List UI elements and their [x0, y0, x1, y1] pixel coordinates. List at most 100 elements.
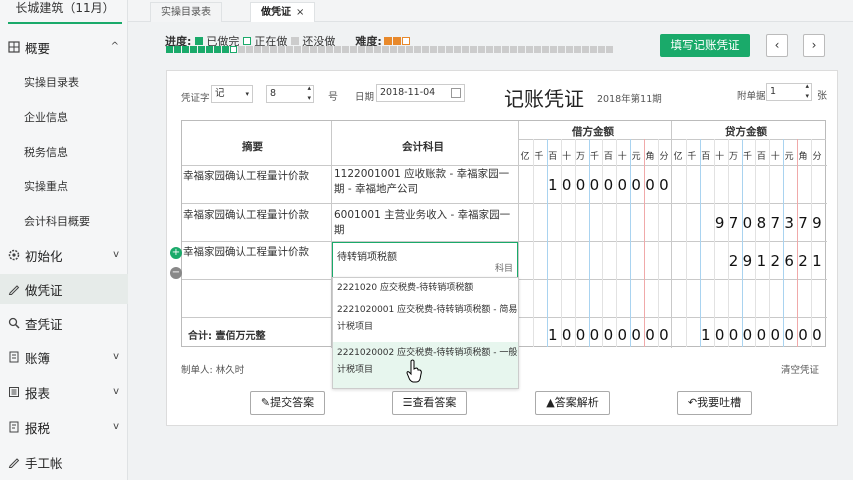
nav-manual-book[interactable]: 手工帐	[0, 447, 128, 477]
button-label: 我要吐槽	[697, 396, 742, 409]
feedback-button[interactable]: ↶我要吐槽	[677, 391, 752, 415]
subnav-tax-info[interactable]: 税务信息	[24, 144, 68, 160]
header-summary: 摘要	[242, 141, 263, 153]
subnav-company-info[interactable]: 企业信息	[24, 109, 68, 125]
digit-unit-label: 百	[701, 152, 711, 162]
fill-voucher-button[interactable]: 填写记账凭证	[660, 34, 750, 57]
row1-account[interactable]: 1122001001 应收账款 - 幸福家园一期 - 幸福地产公司	[334, 167, 516, 197]
amount-digit: 0	[784, 326, 794, 344]
amount-digit: 0	[589, 326, 600, 344]
view-answer-button[interactable]: ☰查看答案	[392, 391, 467, 415]
progress-step	[238, 46, 245, 53]
digit-column-line	[797, 139, 799, 347]
digit-unit-label: 万	[729, 152, 739, 162]
nav-query-voucher[interactable]: 查凭证	[0, 308, 128, 338]
digit-unit-label: 百	[756, 152, 766, 162]
progress-step	[334, 46, 341, 53]
nav-report[interactable]: 报表 v	[0, 377, 128, 407]
progress-step	[246, 46, 253, 53]
digit-unit-label: 千	[589, 152, 599, 162]
remove-row-icon[interactable]: −	[170, 267, 182, 279]
amount-digit: 0	[645, 326, 655, 344]
progress-step	[446, 46, 453, 53]
digit-column-line	[644, 139, 646, 347]
digit-unit-label: 十	[617, 152, 627, 162]
nav-tax[interactable]: 报税 v	[0, 412, 128, 442]
amount-digit: 0	[798, 326, 808, 344]
voucher-word-select[interactable]: 记 ▾	[211, 85, 253, 103]
row1-summary[interactable]: 幸福家园确认工程量计价款	[183, 168, 309, 183]
close-icon[interactable]: ×	[296, 7, 304, 18]
nav-ledger[interactable]: 账簿 v	[0, 342, 128, 372]
attach-input[interactable]: 1 ▴ ▾	[766, 81, 812, 101]
prev-arrow-icon[interactable]: ‹	[766, 34, 788, 57]
calendar-icon[interactable]	[451, 88, 461, 98]
add-row-icon[interactable]: +	[170, 247, 182, 259]
progress-step	[262, 46, 269, 53]
digit-unit-label: 十	[715, 152, 725, 162]
submit-answer-button[interactable]: ✎提交答案	[250, 391, 325, 415]
amount-digit: 0	[617, 176, 628, 194]
row2-account[interactable]: 6001001 主营业务收入 - 幸福家园一期	[334, 207, 516, 237]
digit-unit-label: 分	[659, 152, 669, 162]
progress-step	[182, 46, 189, 53]
voucher-number-input[interactable]: 8 ▴ ▾	[266, 83, 314, 103]
chevron-down-icon[interactable]: v	[113, 249, 119, 260]
clear-voucher-link[interactable]: 清空凭证	[781, 362, 819, 376]
digit-unit-label: 万	[576, 152, 586, 162]
chevron-down-icon[interactable]: v	[113, 386, 119, 397]
stepper-icon[interactable]: ▴ ▾	[805, 81, 809, 101]
progress-step	[550, 46, 557, 53]
digit-unit-label: 分	[812, 152, 822, 162]
stepper-icon[interactable]: ▴ ▾	[307, 83, 311, 103]
progress-step	[358, 46, 365, 53]
amount-digit: 0	[770, 326, 781, 344]
subnav-catalog[interactable]: 实操目录表	[24, 74, 79, 90]
dropdown-item[interactable]: 2221020001 应交税费-待转销项税额 - 简易计税项目	[333, 302, 518, 336]
row3-account-input[interactable]: 待转销项税额 科目	[332, 242, 518, 278]
amount-digit: 9	[742, 252, 753, 270]
company-title[interactable]: 长城建筑（11月）	[8, 0, 122, 24]
answer-analysis-button[interactable]: ▲答案解析	[535, 391, 610, 415]
date-input[interactable]: 2018-11-04	[376, 84, 465, 102]
tab-catalog[interactable]: 实操目录表	[150, 2, 222, 22]
amount-digit: 0	[742, 214, 753, 232]
voucher-word-value: 记	[215, 88, 225, 99]
nav-overview[interactable]: 概要 ^	[0, 32, 128, 62]
progress-step	[542, 46, 549, 53]
progress-step	[406, 46, 413, 53]
dropdown-item-hover[interactable]: 2221020002 应交税费-待转销项税额 - 一般计税项目	[333, 342, 518, 388]
tax-icon	[7, 420, 21, 434]
amount-digit: 0	[756, 326, 767, 344]
digit-column-line	[546, 139, 548, 347]
amount-digit: 0	[728, 326, 739, 344]
total-label: 合计: 壹佰万元整	[188, 331, 266, 342]
digit-unit-label: 百	[603, 152, 613, 162]
row2-summary[interactable]: 幸福家园确认工程量计价款	[183, 207, 309, 222]
subnav-key-points[interactable]: 实操重点	[24, 178, 68, 194]
star-icon	[383, 37, 392, 45]
nav-make-voucher[interactable]: 做凭证	[0, 274, 128, 304]
edit-icon: ✎	[260, 396, 271, 409]
next-arrow-icon[interactable]: ›	[803, 34, 825, 57]
progress-step	[214, 46, 221, 53]
amount-digit: 0	[812, 326, 822, 344]
row3-summary[interactable]: 幸福家园确认工程量计价款	[183, 244, 309, 259]
subnav-accounts[interactable]: 会计科目概要	[24, 213, 90, 229]
attach-unit: 张	[817, 91, 827, 102]
star-icon	[392, 37, 401, 45]
progress-step	[382, 46, 389, 53]
amount-digit: 1	[812, 252, 822, 270]
nav-init[interactable]: 初始化 v	[0, 240, 128, 270]
digit-column-line	[602, 139, 604, 347]
chevron-down-icon[interactable]: v	[113, 421, 119, 432]
digit-column-line	[769, 139, 771, 347]
tab-make-voucher[interactable]: 做凭证 ×	[250, 2, 316, 22]
chevron-down-icon[interactable]: v	[113, 351, 119, 362]
voucher-number-value: 8	[270, 88, 277, 99]
chevron-up-icon[interactable]: ^	[111, 41, 119, 52]
dropdown-item[interactable]: 2221020 应交税费-待转销项税额	[333, 280, 518, 297]
progress-step	[494, 46, 501, 53]
voucher-period: 2018年第11期	[597, 94, 662, 105]
progress-step	[598, 46, 605, 53]
